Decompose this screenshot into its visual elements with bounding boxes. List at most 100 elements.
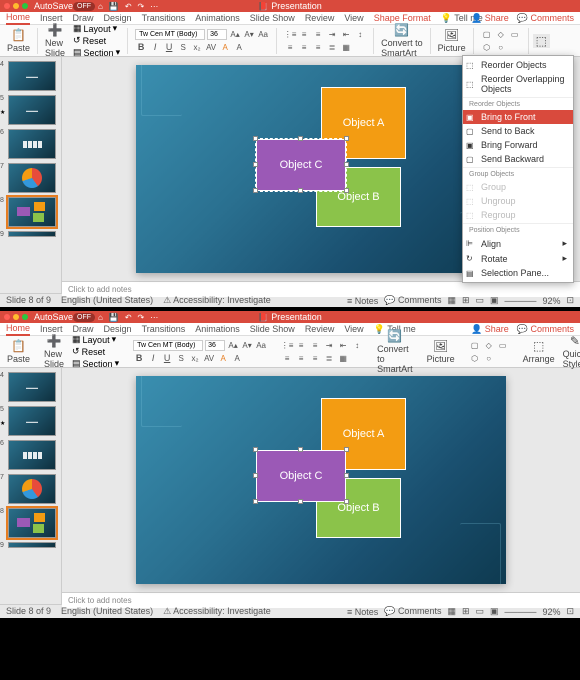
accessibility[interactable]: ⚠ Accessibility: Investigate <box>163 606 271 617</box>
object-c[interactable]: Object C <box>256 450 346 502</box>
thumb-6[interactable] <box>8 129 56 159</box>
notes-toggle[interactable]: ≡ Notes <box>347 296 378 306</box>
arrange-button[interactable]: ⬚Arrange <box>520 339 558 364</box>
thumb-7[interactable] <box>8 474 56 504</box>
tab-slideshow[interactable]: Slide Show <box>250 13 295 23</box>
font-select[interactable] <box>135 29 205 40</box>
window-controls[interactable] <box>4 314 28 320</box>
view-reading-icon[interactable]: ▭ <box>476 295 485 306</box>
rotate[interactable]: ↻Rotate▸ <box>463 251 573 266</box>
tab-transitions[interactable]: Transitions <box>142 324 186 334</box>
arrange-button[interactable]: ⬚ <box>533 34 550 48</box>
zoom-level[interactable]: 92% <box>542 607 560 617</box>
reorder-objects[interactable]: ⬚Reorder Objects <box>463 58 573 72</box>
reset-button[interactable]: ↺ Reset <box>72 346 119 357</box>
redo-icon[interactable]: ↷ <box>138 313 145 322</box>
smartart-button[interactable]: 🔄Convert toSmartArt <box>378 23 426 58</box>
layout-button[interactable]: ▦ Layout ▾ <box>73 23 120 34</box>
view-sorter-icon[interactable]: ⊞ <box>462 606 470 617</box>
comments-toggle[interactable]: 💬 Comments <box>384 606 441 617</box>
tab-slideshow[interactable]: Slide Show <box>250 324 295 334</box>
paste-button[interactable]: 📋Paste <box>4 339 33 364</box>
share-button[interactable]: 👤 Share <box>471 324 509 335</box>
picture-button[interactable]: 🖼Picture <box>424 339 458 364</box>
save-icon[interactable]: 💾 <box>109 2 119 11</box>
tab-animations[interactable]: Animations <box>195 13 240 23</box>
home-icon[interactable]: ⌂ <box>98 2 103 11</box>
undo-icon[interactable]: ↶ <box>125 313 132 322</box>
tab-design[interactable]: Design <box>104 13 132 23</box>
tab-draw[interactable]: Draw <box>73 13 94 23</box>
new-slide-button[interactable]: ➕NewSlide <box>41 334 67 369</box>
font-size[interactable] <box>205 340 225 351</box>
tab-home[interactable]: Home <box>6 323 30 336</box>
thumb-5[interactable]: ▬▬▬ <box>8 95 56 125</box>
slide-panel[interactable]: 4▬▬▬ 5★▬▬▬ 6 7 8 9 <box>0 57 62 293</box>
save-icon[interactable]: 💾 <box>109 313 119 322</box>
bring-to-front[interactable]: ▣Bring to Front <box>463 110 573 124</box>
send-to-back[interactable]: ▢Send to Back <box>463 124 573 138</box>
thumb-8[interactable] <box>8 197 56 227</box>
autosave-toggle[interactable]: OFF <box>73 313 95 322</box>
tab-view[interactable]: View <box>344 13 363 23</box>
tab-shapeformat[interactable]: Shape Format <box>374 13 431 23</box>
view-sorter-icon[interactable]: ⊞ <box>462 295 470 306</box>
tab-transitions[interactable]: Transitions <box>142 13 186 23</box>
tab-home[interactable]: Home <box>6 12 30 25</box>
notes-toggle[interactable]: ≡ Notes <box>347 607 378 617</box>
align[interactable]: ⊫Align▸ <box>463 236 573 251</box>
more-icon[interactable]: ⋯ <box>150 2 158 11</box>
new-slide-button[interactable]: ➕NewSlide <box>42 23 68 58</box>
view-slideshow-icon[interactable]: ▣ <box>490 606 499 617</box>
section-button[interactable]: ▤ Section ▾ <box>72 358 119 369</box>
bring-forward[interactable]: ▣Bring Forward <box>463 138 573 152</box>
accessibility[interactable]: ⚠ Accessibility: Investigate <box>163 295 271 306</box>
view-normal-icon[interactable]: ▦ <box>447 606 456 617</box>
fit-icon[interactable]: ⊡ <box>566 606 574 617</box>
selection-pane[interactable]: ▤Selection Pane... <box>463 266 573 280</box>
tab-review[interactable]: Review <box>305 13 335 23</box>
tab-insert[interactable]: Insert <box>40 324 63 334</box>
comments-button[interactable]: 💬 Comments <box>517 324 574 335</box>
view-slideshow-icon[interactable]: ▣ <box>490 295 499 306</box>
more-icon[interactable]: ⋯ <box>150 313 158 322</box>
picture-button[interactable]: 🖼Picture <box>435 28 469 53</box>
slide-panel[interactable]: 4▬▬▬ 5★▬▬▬ 6 7 8 9 <box>0 368 62 604</box>
language[interactable]: English (United States) <box>61 295 153 306</box>
slide-canvas[interactable]: Object A Object B Object C <box>62 368 580 592</box>
thumb-4[interactable]: ▬▬▬ <box>8 372 56 402</box>
thumb-8[interactable] <box>8 508 56 538</box>
view-normal-icon[interactable]: ▦ <box>447 295 456 306</box>
autosave-toggle[interactable]: OFF <box>73 2 95 11</box>
thumb-7[interactable] <box>8 163 56 193</box>
language[interactable]: English (United States) <box>61 606 153 617</box>
thumb-6[interactable] <box>8 440 56 470</box>
tab-insert[interactable]: Insert <box>40 13 63 23</box>
window-controls[interactable] <box>4 3 28 9</box>
paste-button[interactable]: 📋Paste <box>4 28 33 53</box>
quickstyles-button[interactable]: ✎QuickStyles <box>560 334 580 369</box>
zoom-level[interactable]: 92% <box>542 296 560 306</box>
layout-button[interactable]: ▦ Layout ▾ <box>72 334 119 345</box>
tab-draw[interactable]: Draw <box>73 324 94 334</box>
redo-icon[interactable]: ↷ <box>138 2 145 11</box>
send-backward[interactable]: ▢Send Backward <box>463 152 573 166</box>
object-c[interactable]: Object C <box>256 139 346 191</box>
home-icon[interactable]: ⌂ <box>98 313 103 322</box>
smartart-button[interactable]: 🔄Convert toSmartArt <box>374 329 416 374</box>
thumb-4[interactable]: ▬▬▬ <box>8 61 56 91</box>
tab-design[interactable]: Design <box>104 324 132 334</box>
font-size[interactable] <box>207 29 227 40</box>
tab-view[interactable]: View <box>344 324 363 334</box>
share-button[interactable]: 👤 Share <box>471 13 509 24</box>
comments-button[interactable]: 💬 Comments <box>517 13 574 24</box>
thumb-9[interactable] <box>8 231 56 237</box>
section-button[interactable]: ▤ Section ▾ <box>73 47 120 58</box>
tab-review[interactable]: Review <box>305 324 335 334</box>
fit-icon[interactable]: ⊡ <box>566 295 574 306</box>
reorder-overlapping[interactable]: ⬚Reorder Overlapping Objects <box>463 72 573 96</box>
tab-animations[interactable]: Animations <box>195 324 240 334</box>
font-select[interactable] <box>133 340 203 351</box>
view-reading-icon[interactable]: ▭ <box>476 606 485 617</box>
thumb-9[interactable] <box>8 542 56 548</box>
